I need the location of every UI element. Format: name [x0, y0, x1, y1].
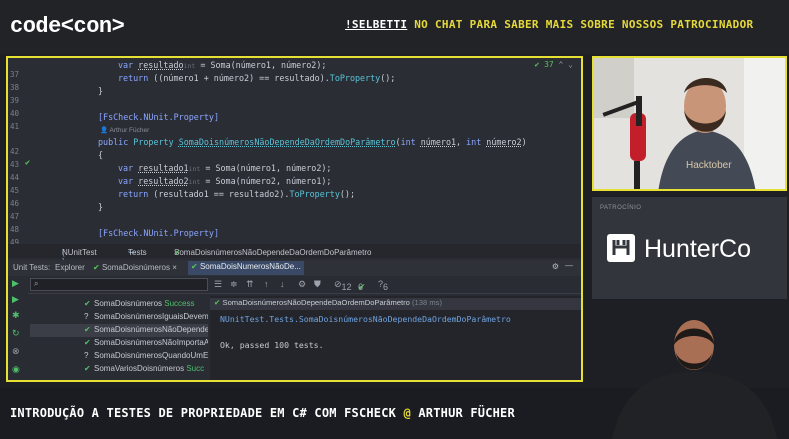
stop-icon[interactable]: ⊗ — [12, 346, 20, 357]
run-all-icon[interactable]: ▶ — [12, 278, 19, 289]
move-up-icon[interactable]: ↑ — [264, 279, 269, 289]
output-result: Ok, passed 100 tests. — [220, 340, 324, 350]
code-line: 46 return (resultado1 == resultado2).ToP… — [10, 189, 355, 208]
promo-handle: !SELBETTI — [345, 18, 408, 31]
sponsor-card: PATROCÍNIO HunterCo — [592, 197, 787, 299]
output-test-path[interactable]: NUnitTest.Tests.SomaDoisnúmerosNãoDepend… — [220, 314, 511, 324]
tab-unit-tests[interactable]: Unit Tests: — [10, 262, 53, 276]
collapse-icon[interactable]: ☰ — [214, 279, 222, 290]
run-icon[interactable]: ▶ — [12, 294, 19, 305]
host-photo: Hacktober — [594, 58, 785, 189]
tab-session-2[interactable]: ✔ SomaDoisNumerosNãoDe... — [188, 261, 304, 275]
test-tree: ✔ SomaDoisnúmeros Success ? SomaDoisnúmero… — [30, 296, 208, 380]
code-line: 41 [FsCheck.NUnit.Property] — [10, 112, 220, 131]
output-header[interactable]: ✔ SomaDoisnúmerosNãoDependeDaOrdemDoParâ… — [210, 298, 581, 310]
expand-icon[interactable]: ≑ — [230, 279, 238, 290]
code-line: 47 } — [10, 202, 104, 221]
code-line: 43 { — [10, 150, 104, 169]
webcam-host: Hacktober — [592, 56, 787, 191]
total-count[interactable]: ⊘ 12 — [334, 279, 352, 292]
tree-row[interactable]: ? SomaDoisnúmerosQuandoUmE — [30, 350, 208, 363]
code-line: 48 — [10, 225, 20, 234]
test-actions-rail: ▶ ▶ ✱ ↻ ⊗ ◉ — [8, 276, 28, 380]
var-resultado: resultado — [138, 60, 184, 70]
tree-row[interactable]: ? SomaDoisnúmerosIguaisDevemSe — [30, 311, 208, 324]
unknown-count[interactable]: ? 6 — [378, 279, 388, 292]
breadcrumb: { } NUnitTest ↪ Tests ✔ SomaDoisnúmerosN… — [8, 244, 581, 266]
ide-window: ✔ 37 ⌃ ⌄ 37 var resultadoint = Soma(núme… — [6, 56, 583, 382]
code-line: 40 — [10, 109, 20, 118]
settings-icon[interactable]: ⚙ — [298, 279, 306, 290]
code-line: 37 var resultadoint = Soma(número1, núme… — [10, 60, 327, 79]
test-output-panel: ✔ SomaDoisnúmerosNãoDependeDaOrdemDoParâ… — [210, 296, 581, 380]
hunterco-logo: HunterCo — [606, 233, 776, 267]
hunterco-logo-icon — [607, 234, 635, 262]
refresh-icon[interactable]: ↻ — [12, 328, 20, 339]
cover-icon[interactable]: ◉ — [12, 364, 20, 375]
code-line: 44 var resultado1int = Soma(número1, núm… — [10, 163, 332, 182]
top-banner: code<con> !SELBETTI NO CHAT PARA SABER M… — [0, 0, 789, 54]
codelens-author[interactable]: 👤 Arthur Fücher — [100, 126, 149, 134]
tree-row[interactable]: ✔ SomaVariosDoisnúmeros Succ — [30, 363, 208, 376]
search-icon: ⌕ — [34, 279, 39, 288]
promo-text: NO CHAT PARA SABER MAIS SOBRE NOSSOS PAT… — [407, 18, 754, 31]
move-down-icon[interactable]: ↓ — [280, 279, 285, 289]
debug-icon[interactable]: ✱ — [12, 310, 20, 321]
sponsor-promo: !SELBETTI NO CHAT PARA SABER MAIS SOBRE … — [345, 18, 753, 31]
code-line: 45 var resultado2int = Soma(número2, núm… — [10, 176, 332, 195]
tab-explorer[interactable]: Explorer — [52, 262, 88, 276]
code-line: 39 } — [10, 86, 104, 105]
minimize-icon[interactable]: — — [565, 261, 573, 270]
test-toolbar: ⌕ ☰ ≑ ⇈ ↑ ↓ ⚙ ⛊ ⊘ 12 ✔ 6 ? 6 — [8, 276, 581, 294]
tab-session-1[interactable]: ✔ SomaDoisnúmeros × — [90, 262, 180, 276]
shield-icon[interactable]: ⛊ — [314, 279, 321, 290]
gear-icon[interactable]: ⚙ — [552, 262, 559, 271]
unit-tests-tabbar: Unit Tests: Explorer ✔ SomaDoisnúmeros ×… — [8, 260, 581, 276]
tree-row[interactable]: ✔ SomaDoisnúmeros Success — [30, 298, 208, 311]
sponsor-name: HunterCo — [644, 235, 751, 263]
code-line: 49 [FsCheck.NUnit.Property] ▦▦ — [8, 228, 581, 268]
svg-text:Hacktober: Hacktober — [686, 160, 732, 171]
codecon-logo: code<con> — [10, 14, 125, 39]
talk-title: INTRODUÇÃO A TESTES DE PROPRIEDADE EM C#… — [10, 406, 515, 420]
search-input[interactable]: ⌕ — [30, 278, 208, 291]
presenter-photo — [612, 315, 777, 439]
code-line: 42 ✔ public Property SomaDoisnúmerosNãoD… — [10, 137, 527, 167]
up-icon[interactable]: ⇈ — [246, 279, 254, 290]
code-editor[interactable]: ✔ 37 ⌃ ⌄ 37 var resultadoint = Soma(núme… — [8, 58, 581, 268]
code-line: 38 return ((número1 + número2) == result… — [10, 73, 396, 92]
tree-row-selected[interactable]: ✔ SomaDoisnúmerosNãoDepende — [30, 324, 208, 337]
tree-row[interactable]: ✔ SomaDoisnúmerosNãoImportaA — [30, 337, 208, 350]
sponsor-label: PATROCÍNIO — [600, 205, 642, 211]
